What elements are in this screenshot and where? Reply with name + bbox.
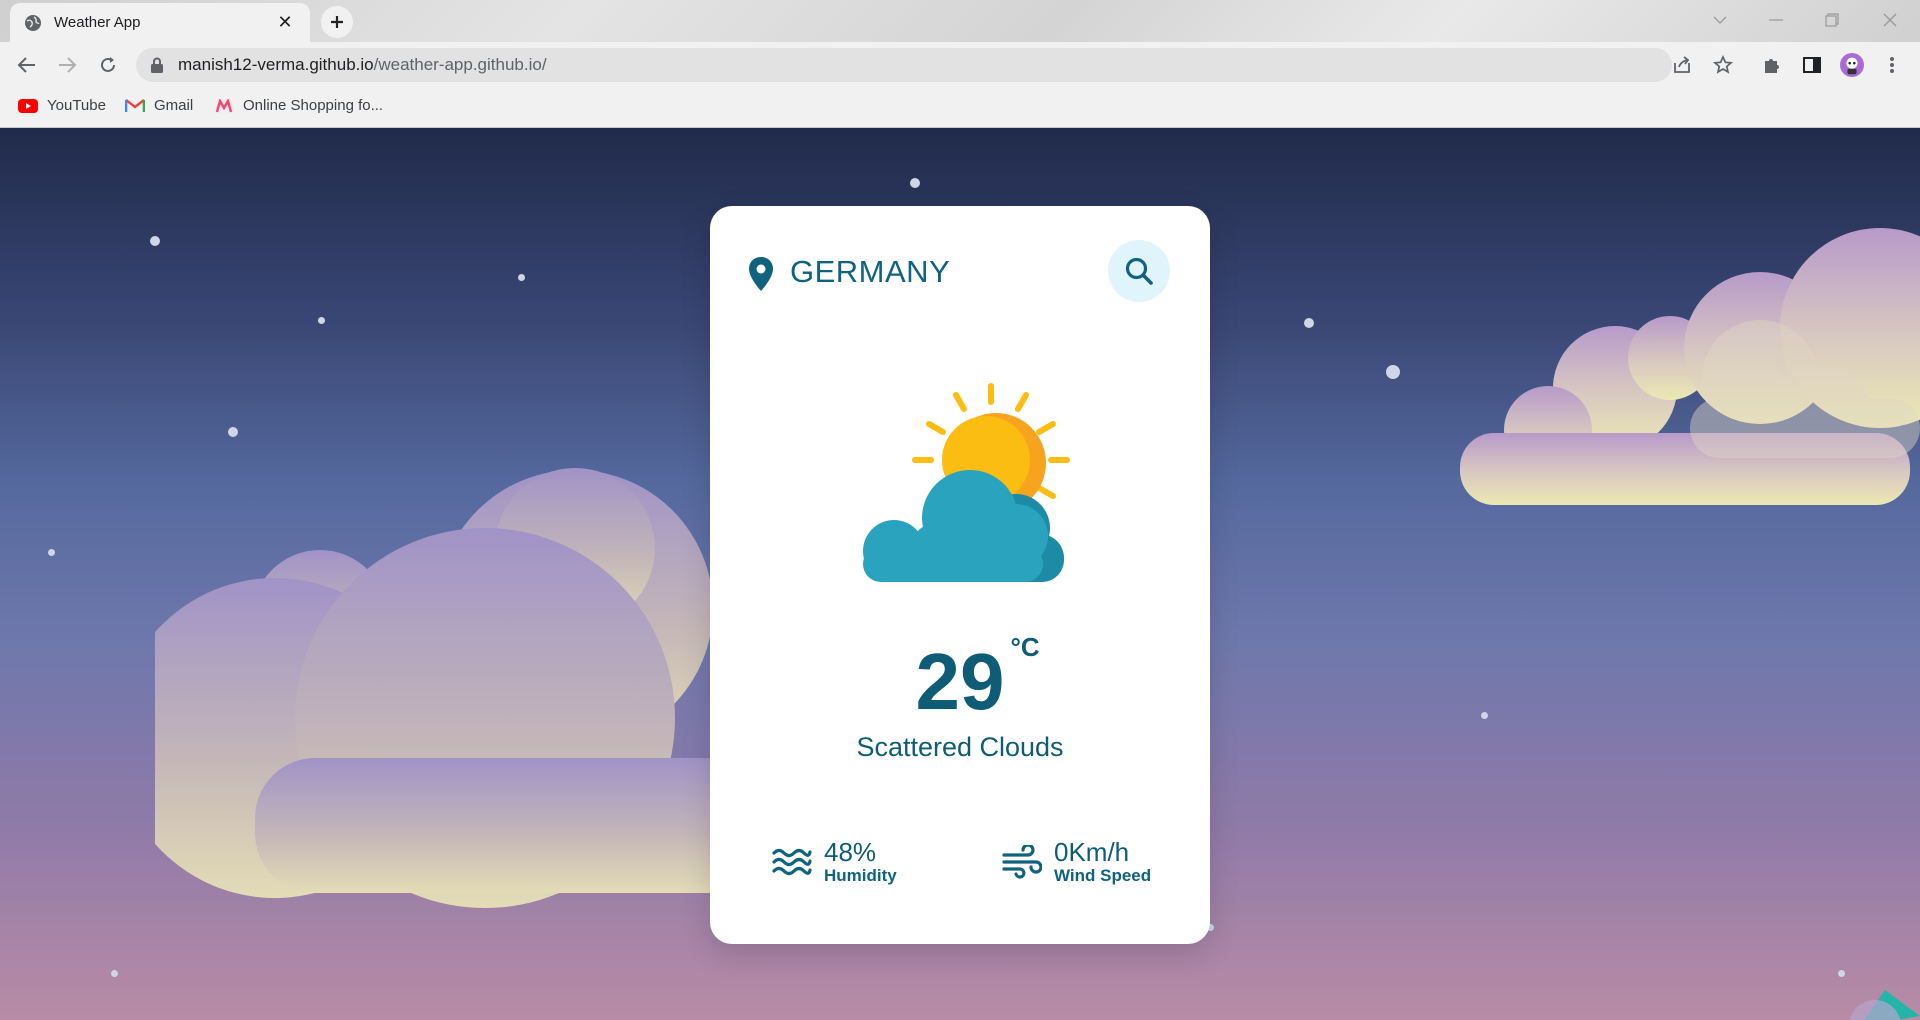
plus-icon: [331, 16, 343, 28]
gmail-icon: [125, 98, 145, 114]
sun-behind-cloud-icon: [863, 383, 1070, 582]
star: [318, 317, 325, 324]
wind-icon: [1002, 845, 1042, 879]
star: [111, 970, 118, 977]
temperature-unit: °C: [1010, 632, 1040, 662]
background-cloud-right: [1460, 228, 1920, 505]
weather-description: Scattered Clouds: [856, 732, 1064, 762]
wind-value: 0Km/h: [1054, 837, 1130, 867]
wind-stat: 0Km/h Wind Speed: [1002, 838, 1151, 886]
side-panel-icon[interactable]: [1800, 53, 1824, 77]
star: [1304, 318, 1314, 328]
tab-search-icon[interactable]: [1700, 8, 1740, 32]
bookmarks-bar: YouTube Gmail Online Shopping fo...: [0, 88, 1920, 128]
star: [48, 549, 55, 556]
globe-icon: [25, 14, 41, 31]
myntra-icon: [214, 98, 234, 114]
location-pin-icon: [749, 257, 773, 291]
bookmark-gmail[interactable]: Gmail: [125, 97, 193, 114]
reload-icon[interactable]: [96, 53, 120, 77]
weather-card: GERMANY 29 °C Scattered Clouds 48% Humid…: [710, 206, 1210, 944]
url-text: manish12-verma.github.io/weather-app.git…: [178, 55, 547, 74]
star: [150, 236, 160, 246]
browser-tab[interactable]: Weather App ✕: [10, 3, 310, 42]
location-name: GERMANY: [790, 254, 951, 289]
decorative-shape: [1849, 990, 1920, 1020]
back-arrow-icon[interactable]: [15, 53, 39, 77]
extensions-icon[interactable]: [1760, 53, 1784, 77]
window-close-icon[interactable]: [1870, 8, 1910, 32]
humidity-waves-icon: [772, 848, 812, 876]
restore-icon[interactable]: [1812, 8, 1852, 32]
search-icon: [1125, 257, 1153, 285]
lock-icon: [151, 57, 163, 73]
share-icon[interactable]: [1670, 53, 1694, 77]
temperature-value: 29: [915, 637, 1005, 726]
search-button[interactable]: [1108, 240, 1170, 302]
star: [910, 178, 920, 188]
forward-arrow-icon[interactable]: [55, 53, 79, 77]
star: [1838, 970, 1845, 977]
minimize-icon[interactable]: [1756, 8, 1796, 32]
profile-avatar[interactable]: [1840, 53, 1864, 77]
tab-title: Weather App: [54, 14, 141, 31]
bookmark-online-shopping[interactable]: Online Shopping fo...: [214, 97, 383, 114]
weather-page: GERMANY 29 °C Scattered Clouds 48% Humid…: [0, 128, 1920, 1020]
tab-close-icon[interactable]: ✕: [274, 12, 296, 33]
star: [1386, 365, 1400, 379]
star: [1481, 712, 1488, 719]
bookmark-star-icon[interactable]: [1711, 53, 1735, 77]
background-cloud-left: [155, 468, 775, 908]
bookmark-youtube[interactable]: YouTube: [18, 97, 106, 114]
humidity-value: 48%: [824, 837, 877, 867]
humidity-stat: 48% Humidity: [772, 838, 897, 886]
address-bar[interactable]: manish12-verma.github.io/weather-app.git…: [136, 48, 1672, 82]
browser-toolbar: manish12-verma.github.io/weather-app.git…: [0, 42, 1920, 88]
star: [518, 274, 525, 281]
youtube-icon: [18, 98, 38, 114]
new-tab-button[interactable]: [321, 6, 353, 38]
temperature: 29 °C: [710, 632, 1210, 728]
menu-kebab-icon[interactable]: [1880, 53, 1904, 77]
wind-label: Wind Speed: [1054, 866, 1152, 885]
star: [228, 427, 238, 437]
humidity-label: Humidity: [824, 866, 897, 885]
browser-titlebar: Weather App ✕: [0, 0, 1920, 42]
